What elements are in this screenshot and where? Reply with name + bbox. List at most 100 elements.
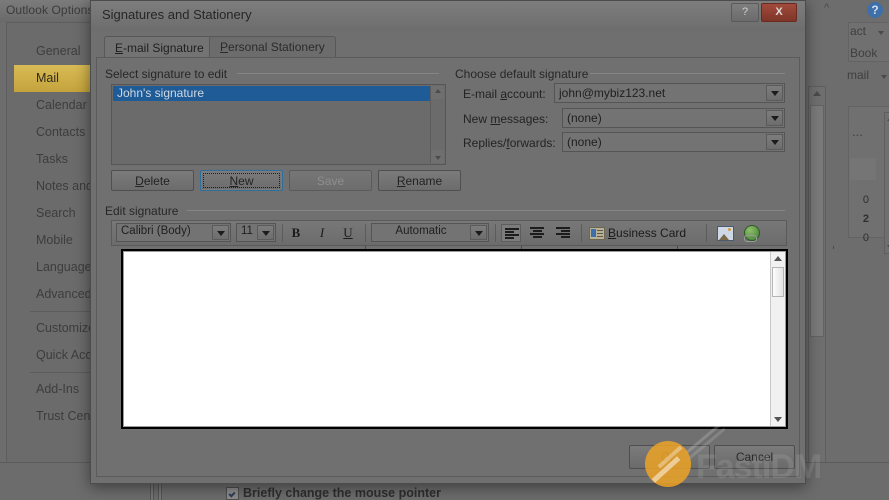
align-right-button[interactable]	[553, 224, 573, 242]
new-messages-label: New messages:	[463, 112, 549, 126]
new-button-focus-ring	[203, 173, 280, 188]
ghost-book-label: Book	[850, 46, 878, 60]
new-messages-combo[interactable]: (none)	[562, 108, 785, 128]
font-size-dropdown-arrow[interactable]	[257, 225, 274, 240]
toolbar-separator-5	[706, 224, 707, 242]
email-account-combo[interactable]: john@mybiz123.net	[554, 83, 785, 103]
list-scroll-up-icon[interactable]	[434, 89, 441, 93]
briefly-change-pointer-label: Briefly change the mouse pointer	[243, 486, 441, 500]
briefly-change-pointer-checkbox[interactable]	[226, 487, 239, 500]
tab-personal-stationery[interactable]: Personal Stationery	[209, 36, 336, 58]
edit-signature-group-line	[187, 210, 785, 211]
new-button[interactable]: New	[200, 170, 283, 191]
tab-email-signature[interactable]: E-mail Signature	[104, 36, 215, 59]
font-family-dropdown-arrow[interactable]	[212, 225, 229, 240]
list-scroll-track[interactable]	[431, 99, 444, 150]
rename-button-label: ename	[405, 174, 443, 188]
ghost-mail-label: mail	[847, 68, 870, 82]
ruler-tick-4	[833, 246, 834, 249]
italic-button[interactable]: I	[313, 224, 331, 242]
replies-forwards-accel: f	[506, 136, 510, 150]
save-button-label: Save	[316, 174, 345, 188]
delete-button-label: elete	[143, 174, 170, 188]
list-item-signature[interactable]: John's signature	[113, 86, 431, 101]
business-card-icon	[589, 227, 605, 240]
options-scroll-up-icon[interactable]	[813, 91, 821, 96]
close-button[interactable]: X	[761, 3, 797, 22]
help-button[interactable]: ?	[731, 3, 759, 22]
hyperlink-icon	[744, 225, 760, 242]
tabstrip: E-mail Signature Personal Stationery	[96, 36, 800, 59]
signature-editor[interactable]	[123, 251, 786, 427]
font-family-value: Calibri (Body)	[121, 225, 191, 237]
font-size-combo[interactable]: 11	[236, 223, 276, 242]
tab-panel-email-signature: Select signature to edit John's signatur…	[96, 57, 834, 477]
align-center-button[interactable]	[527, 224, 547, 242]
signature-list-scrollbar[interactable]	[430, 86, 444, 163]
font-color-combo[interactable]: Automatic	[371, 223, 489, 242]
editor-scroll-thumb[interactable]	[772, 267, 784, 297]
new-messages-accel: m	[490, 112, 501, 126]
chevron-down-icon-2	[881, 75, 887, 79]
replies-forwards-combo[interactable]: (none)	[562, 132, 785, 152]
options-scroll-thumb[interactable]	[810, 105, 824, 337]
ghost-contact-label: act	[850, 24, 867, 38]
email-account-dropdown-arrow[interactable]	[766, 85, 783, 101]
replies-forwards-dropdown-arrow[interactable]	[766, 134, 783, 150]
dialog-body: E-mail Signature Personal Stationery Sel…	[96, 31, 834, 478]
business-card-label: Business Card	[608, 226, 687, 240]
cancel-button[interactable]: Cancel	[714, 445, 795, 469]
font-family-combo[interactable]: Calibri (Body)	[116, 223, 231, 242]
bold-button[interactable]: B	[287, 224, 305, 242]
insert-picture-button[interactable]	[715, 224, 735, 242]
business-card-accel: B	[608, 226, 617, 240]
ghost-scrollbar-right[interactable]	[884, 112, 889, 254]
tab-email-signature-accel: E	[115, 41, 124, 55]
tab-personal-stationery-accel: P	[220, 40, 229, 54]
options-scrollbar[interactable]	[808, 86, 826, 480]
chevron-down-icon-1	[878, 31, 884, 35]
default-signature-group-line	[590, 73, 785, 74]
new-messages-dropdown-arrow[interactable]	[766, 110, 783, 126]
replies-forwards-value: (none)	[567, 135, 602, 149]
select-signature-group-line	[237, 73, 439, 74]
list-scroll-down-icon[interactable]	[434, 156, 441, 160]
screen: Outlook Options General Mail Calendar Co…	[0, 0, 889, 500]
save-button: Save	[289, 170, 372, 191]
toolbar-separator-3	[495, 224, 496, 242]
new-messages-value: (none)	[567, 111, 602, 125]
ghost-ellipsis: ...	[852, 124, 863, 139]
rename-button[interactable]: Rename	[378, 170, 461, 191]
align-right-icon	[556, 227, 570, 239]
editor-scrollbar[interactable]	[770, 252, 785, 426]
replies-forwards-label: Replies/forwards:	[463, 136, 556, 150]
align-left-button[interactable]	[501, 224, 521, 242]
help-icon[interactable]: ?	[867, 2, 883, 18]
signatures-and-stationery-dialog: Signatures and Stationery ? X E-mail Sig…	[90, 0, 834, 484]
ghost-block	[850, 158, 876, 180]
tab-email-signature-label: -mail Signature	[123, 41, 204, 55]
chevron-up-icon-1: ^	[824, 2, 830, 14]
font-color-dropdown-arrow[interactable]	[470, 225, 487, 240]
business-card-button[interactable]: Business Card	[589, 224, 699, 242]
editor-scroll-up-icon[interactable]	[771, 252, 785, 266]
toolbar-separator-1	[282, 224, 283, 242]
default-signature-group-label: Choose default signature	[455, 67, 589, 81]
email-account-value: john@mybiz123.net	[559, 86, 666, 100]
toolbar-separator-2	[365, 224, 366, 242]
signature-toolbar: Calibri (Body) 11 B I U Automatic Busine…	[111, 220, 787, 246]
toolbar-separator-4	[581, 224, 582, 242]
ghost-number-2: 2	[862, 213, 869, 225]
insert-hyperlink-button[interactable]	[742, 223, 762, 243]
font-size-value: 11	[241, 225, 253, 237]
underline-button[interactable]: U	[339, 224, 357, 242]
background-window-title: Outlook Options	[6, 3, 94, 17]
edit-signature-group-label: Edit signature	[105, 204, 179, 218]
editor-scroll-down-icon[interactable]	[771, 412, 785, 426]
signature-list[interactable]: John's signature	[111, 84, 446, 165]
dialog-title: Signatures and Stationery	[102, 7, 252, 22]
ok-button[interactable]: OK	[629, 445, 710, 469]
align-left-icon	[505, 228, 519, 240]
signature-editor-frame	[121, 249, 788, 429]
delete-button[interactable]: Delete	[111, 170, 194, 191]
